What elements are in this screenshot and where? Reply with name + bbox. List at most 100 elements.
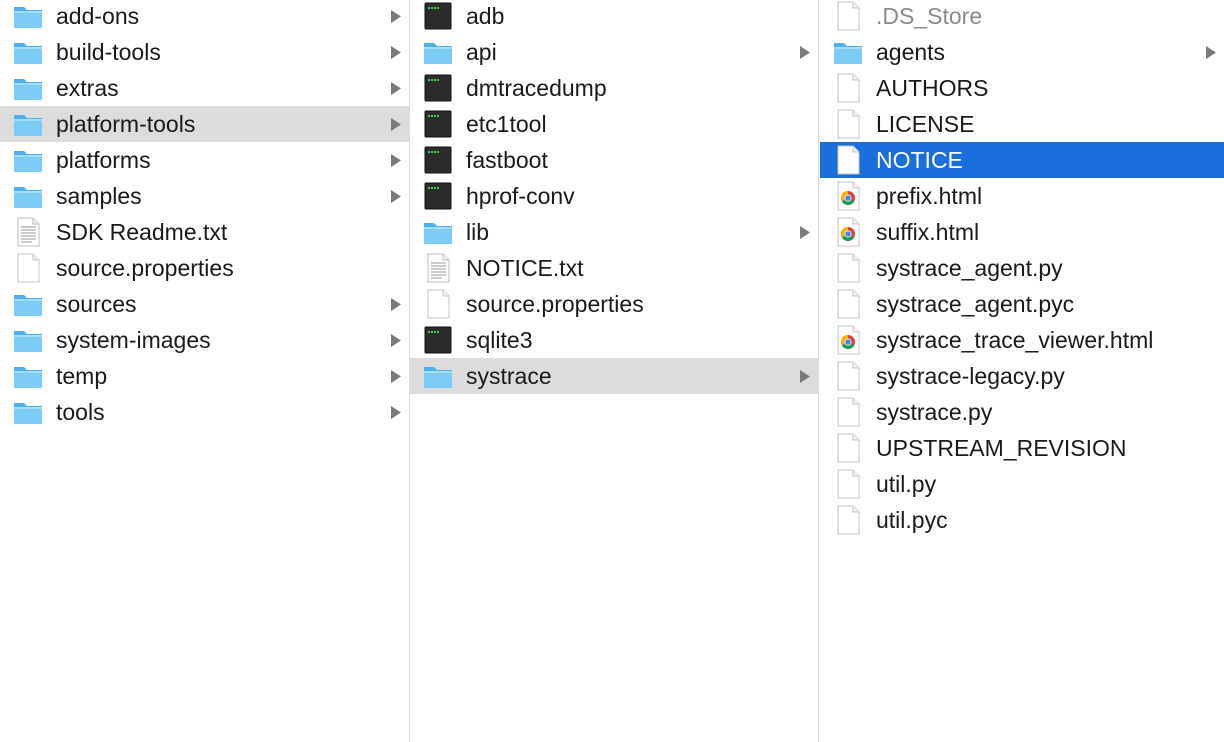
item-label: LICENSE	[876, 111, 975, 137]
column-3-item[interactable]: util.pyc	[820, 502, 1224, 538]
column-2-item[interactable]: adb	[410, 0, 818, 34]
column-3-item[interactable]: agents	[820, 34, 1224, 70]
item-label: systrace.py	[876, 399, 993, 425]
column-2[interactable]: adb api dmtracedump etc1tool fastboot hprof-c…	[410, 0, 818, 742]
text-document-icon	[422, 253, 454, 283]
item-label: temp	[56, 363, 108, 389]
item-label: api	[466, 39, 497, 65]
column-3-item[interactable]: systrace.py	[820, 394, 1224, 430]
blank-document-icon	[832, 1, 864, 31]
blank-document-icon	[832, 253, 864, 283]
column-3-item[interactable]: UPSTREAM_REVISION	[820, 430, 1224, 466]
disclosure-arrow-icon	[798, 34, 812, 70]
column-2-item[interactable]: systrace	[410, 358, 818, 394]
blank-document-icon	[832, 505, 864, 535]
item-label: add-ons	[56, 3, 140, 29]
item-label: sqlite3	[466, 327, 533, 353]
column-1-item[interactable]: platform-tools	[0, 106, 409, 142]
column-3-item[interactable]: systrace_trace_viewer.html	[820, 322, 1224, 358]
column-1-item[interactable]: tools	[0, 394, 409, 430]
blank-document-icon	[832, 433, 864, 463]
column-1-item[interactable]: add-ons	[0, 0, 409, 34]
column-1-item[interactable]: platforms	[0, 142, 409, 178]
terminal-exec-icon	[422, 145, 454, 175]
item-label: NOTICE.txt	[466, 255, 584, 281]
disclosure-arrow-icon	[389, 178, 403, 214]
column-3-list: .DS_Storeagents AUTHORS LICENSE NOTICE prefi…	[820, 0, 1224, 538]
disclosure-arrow-icon	[389, 322, 403, 358]
column-3-item[interactable]: systrace_agent.py	[820, 250, 1224, 286]
item-label: NOTICE	[876, 147, 963, 173]
folder-icon	[12, 397, 44, 427]
item-label: .DS_Store	[876, 3, 983, 29]
terminal-exec-icon	[422, 325, 454, 355]
column-2-item[interactable]: lib	[410, 214, 818, 250]
column-1-item[interactable]: temp	[0, 358, 409, 394]
blank-document-icon	[12, 253, 44, 283]
column-3-item[interactable]: prefix.html	[820, 178, 1224, 214]
terminal-exec-icon	[422, 109, 454, 139]
column-1-item[interactable]: extras	[0, 70, 409, 106]
item-label: systrace-legacy.py	[876, 363, 1065, 389]
column-3[interactable]: .DS_Storeagents AUTHORS LICENSE NOTICE prefi…	[820, 0, 1224, 742]
folder-icon	[422, 217, 454, 247]
disclosure-arrow-icon	[389, 70, 403, 106]
item-label: fastboot	[466, 147, 548, 173]
item-label: platforms	[56, 147, 151, 173]
column-1-item[interactable]: sources	[0, 286, 409, 322]
finder-column-browser: add-ons build-tools extras platform-tools pl…	[0, 0, 1224, 742]
column-1-item[interactable]: source.properties	[0, 250, 409, 286]
column-2-item[interactable]: source.properties	[410, 286, 818, 322]
disclosure-arrow-icon	[1204, 34, 1218, 70]
item-label: systrace_agent.py	[876, 255, 1063, 281]
disclosure-arrow-icon	[389, 142, 403, 178]
column-3-item[interactable]: .DS_Store	[820, 0, 1224, 34]
item-label: systrace_agent.pyc	[876, 291, 1075, 317]
blank-document-icon	[832, 145, 864, 175]
blank-document-icon	[832, 289, 864, 319]
column-3-item[interactable]: LICENSE	[820, 106, 1224, 142]
column-1[interactable]: add-ons build-tools extras platform-tools pl…	[0, 0, 409, 742]
column-3-item[interactable]: systrace_agent.pyc	[820, 286, 1224, 322]
column-2-item[interactable]: fastboot	[410, 142, 818, 178]
column-1-item[interactable]: system-images	[0, 322, 409, 358]
column-2-item[interactable]: api	[410, 34, 818, 70]
blank-document-icon	[832, 109, 864, 139]
item-label: dmtracedump	[466, 75, 607, 101]
folder-icon	[12, 145, 44, 175]
disclosure-arrow-icon	[389, 394, 403, 430]
column-3-item[interactable]: NOTICE	[820, 142, 1224, 178]
column-divider-2[interactable]	[818, 0, 819, 742]
column-3-item[interactable]: systrace-legacy.py	[820, 358, 1224, 394]
column-2-item[interactable]: dmtracedump	[410, 70, 818, 106]
column-2-item[interactable]: etc1tool	[410, 106, 818, 142]
column-2-item[interactable]: sqlite3	[410, 322, 818, 358]
item-label: tools	[56, 399, 105, 425]
column-1-item[interactable]: samples	[0, 178, 409, 214]
item-label: etc1tool	[466, 111, 547, 137]
folder-icon	[422, 37, 454, 67]
disclosure-arrow-icon	[389, 286, 403, 322]
item-label: SDK Readme.txt	[56, 219, 228, 245]
folder-icon	[12, 1, 44, 31]
column-2-item[interactable]: hprof-conv	[410, 178, 818, 214]
disclosure-arrow-icon	[798, 214, 812, 250]
folder-icon	[422, 361, 454, 391]
column-2-item[interactable]: NOTICE.txt	[410, 250, 818, 286]
column-3-item[interactable]: util.py	[820, 466, 1224, 502]
chrome-html-icon	[832, 325, 864, 355]
column-3-item[interactable]: suffix.html	[820, 214, 1224, 250]
terminal-exec-icon	[422, 1, 454, 31]
column-3-item[interactable]: AUTHORS	[820, 70, 1224, 106]
disclosure-arrow-icon	[389, 34, 403, 70]
item-label: systrace_trace_viewer.html	[876, 327, 1154, 353]
column-1-item[interactable]: SDK Readme.txt	[0, 214, 409, 250]
folder-icon	[12, 37, 44, 67]
item-label: agents	[876, 39, 946, 65]
folder-icon	[832, 37, 864, 67]
item-label: util.pyc	[876, 507, 948, 533]
column-1-item[interactable]: build-tools	[0, 34, 409, 70]
disclosure-arrow-icon	[389, 358, 403, 394]
folder-icon	[12, 109, 44, 139]
item-label: lib	[466, 219, 490, 245]
